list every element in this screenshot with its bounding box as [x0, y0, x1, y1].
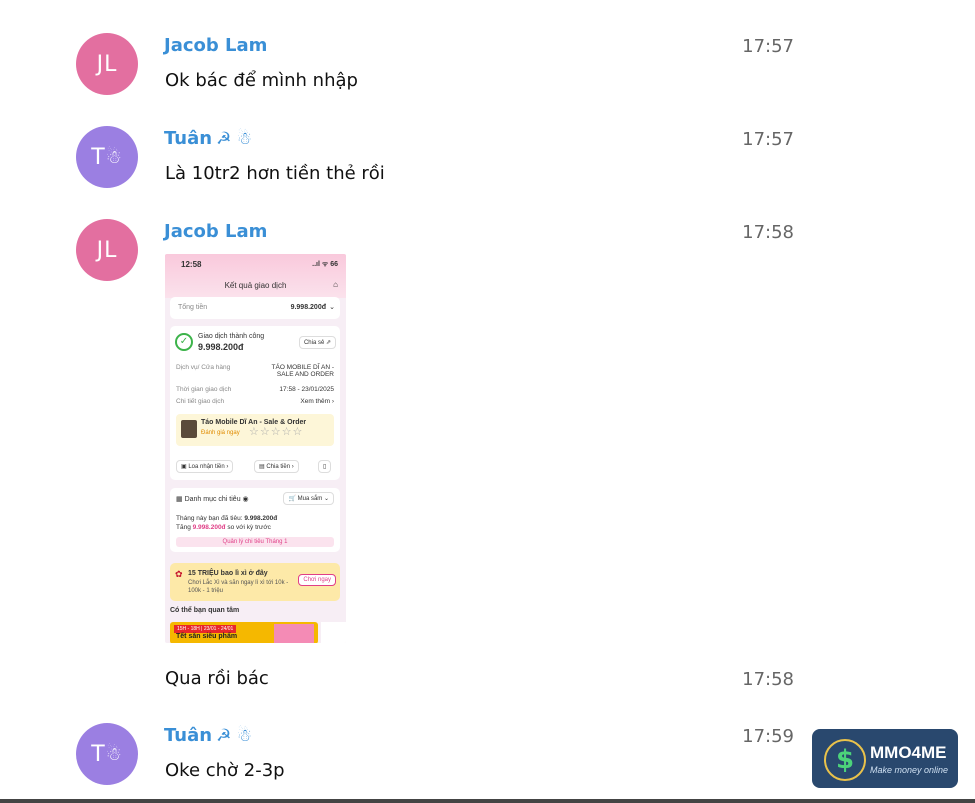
banner-title: 15 TRIỆU bao lì xì ở đây [188, 570, 268, 577]
share-label: Chia sẻ [303, 340, 325, 346]
message-time: 17:58 [742, 669, 794, 690]
sender-name-text: Tuân [164, 128, 213, 149]
time-value: 17:58 - 23/01/2025 [279, 386, 334, 393]
message-time: 17:58 [742, 222, 794, 243]
service-label: Dịch vụ/ Cửa hàng [176, 364, 231, 371]
sender-name-text: Tuân [164, 725, 213, 746]
message-time: 17:59 [742, 726, 794, 747]
service-value: TÁO MOBILE DĨ AN - [271, 364, 334, 371]
total-value: 9.998.200đ [290, 304, 326, 311]
message-time: 17:57 [742, 129, 794, 150]
sender-emoji: ☭ ☃ [216, 129, 252, 149]
avatar[interactable]: T ☃ [76, 723, 138, 785]
play-now-button: Chơi ngay [298, 574, 336, 586]
promo-card: 15H - 18H | 23/01 - 24/01 Tết săn siêu p… [170, 622, 318, 643]
speaker-button: ▣ Loa nhận tiền › [176, 460, 234, 473]
status-icons: ..ıl ᯤ 66 [312, 261, 338, 268]
message-time: 17:57 [742, 36, 794, 57]
phone-button: ▯ [318, 460, 332, 473]
see-more-link: Xem thêm › [300, 398, 334, 405]
shop-box: Táo Mobile Dĩ An - Sale & Order Đánh giá… [176, 414, 334, 446]
gift-icon: ✿ [175, 569, 183, 579]
avatar[interactable]: JL [76, 219, 138, 281]
promo-card-2 [321, 622, 346, 643]
status-time: 12:58 [181, 260, 202, 269]
logo-brand: MMO4ME [870, 743, 947, 762]
message-text: Ok bác để mình nhập [165, 70, 358, 91]
success-label: Giao dịch thành công [198, 333, 265, 340]
promo-title: Tết săn siêu phẩm [176, 633, 238, 640]
chevron-down-icon: ⌄ [329, 304, 335, 311]
time-row: Thời gian giao dịch 17:58 - 23/01/2025 [176, 386, 334, 393]
split-button: ▤ Chia tiền › [254, 460, 299, 473]
banner-sub-2: 100k - 1 triệu [188, 588, 224, 594]
share-button: Chia sẻ ⇗ [298, 336, 336, 349]
category-select: 🛒 Mua sắm ⌄ [283, 492, 334, 505]
interest-label: Có thể bạn quan tâm [170, 607, 240, 614]
manage-link: Quản lý chi tiêu Tháng 1 [176, 537, 334, 547]
message-text: Qua rồi bác [165, 668, 269, 689]
success-amount: 9.998.200đ [198, 342, 244, 352]
service-row: Dịch vụ/ Cửa hàng TÁO MOBILE DĨ AN - SALE… [176, 364, 334, 378]
shop-logo [181, 420, 197, 438]
message-text: Oke chờ 2-3p [165, 760, 285, 781]
check-circle-icon: ✓ [175, 333, 193, 351]
page-title: Kết quả giao dịch [224, 281, 287, 290]
increase-line: Tăng 9.998.200đ so với kỳ trước [176, 524, 271, 531]
detail-label: Chi tiết giao dịch [176, 398, 225, 405]
sender-name[interactable]: Tuân ☭ ☃ [164, 725, 252, 746]
sender-name-text: Jacob Lam [164, 221, 268, 242]
spending-card: ▦ Danh mục chi tiêu ◉ 🛒 Mua sắm ⌄ Tháng … [170, 488, 340, 552]
time-label: Thời gian giao dịch [176, 386, 232, 393]
lucky-money-banner: ✿ 15 TRIỆU bao lì xì ở đây Chơi Lắc Xì v… [170, 563, 340, 601]
home-icon: ⌂ [333, 280, 338, 289]
avatar-emoji: ☃ [105, 743, 123, 765]
bottom-divider [0, 799, 975, 803]
banner-sub: Chơi Lắc Xì và săn ngay lì xì tới 10k - [188, 580, 289, 586]
dollar-icon: $ [824, 739, 866, 781]
sender-name[interactable]: Jacob Lam [164, 35, 267, 56]
avatar[interactable]: T ☃ [76, 126, 138, 188]
category-label: ▦ Danh mục chi tiêu ◉ [176, 496, 249, 503]
spent-line: Tháng này bạn đã tiêu: 9.998.200đ [176, 515, 278, 522]
avatar-emoji: ☃ [105, 146, 123, 168]
promo-image [274, 624, 314, 643]
phone-header: 12:58 ..ıl ᯤ 66 Kết quả giao dịch ⌂ [165, 254, 346, 298]
service-value-2: SALE AND ORDER [276, 371, 334, 378]
message-text: Là 10tr2 hơn tiền thẻ rồi [165, 163, 385, 184]
mmo4me-logo: $ MMO4ME Make money online [812, 729, 958, 788]
sender-emoji: ☭ ☃ [216, 726, 252, 746]
detail-row: Chi tiết giao dịch Xem thêm › [176, 398, 334, 405]
avatar-initials: T [91, 144, 106, 170]
image-attachment[interactable]: 12:58 ..ıl ᯤ 66 Kết quả giao dịch ⌂ Tổng… [165, 254, 346, 643]
sender-name[interactable]: Tuân ☭ ☃ [164, 128, 252, 149]
total-label: Tổng tiền [178, 304, 208, 311]
sender-name-text: Jacob Lam [164, 35, 268, 56]
avatar-initials: T [91, 741, 106, 767]
avatar-initials: JL [96, 51, 118, 77]
logo-tagline: Make money online [870, 765, 949, 775]
sender-name[interactable]: Jacob Lam [164, 221, 267, 242]
rating-stars: ☆☆☆☆☆ [249, 426, 304, 438]
avatar[interactable]: JL [76, 33, 138, 95]
rate-label: Đánh giá ngay [201, 430, 240, 436]
avatar-initials: JL [96, 237, 118, 263]
total-card: Tổng tiền 9.998.200đ ⌄ [170, 297, 340, 319]
transaction-card: ✓ Giao dịch thành công 9.998.200đ Chia s… [170, 326, 340, 480]
promo-date: 15H - 18H | 23/01 - 24/01 [174, 625, 237, 633]
